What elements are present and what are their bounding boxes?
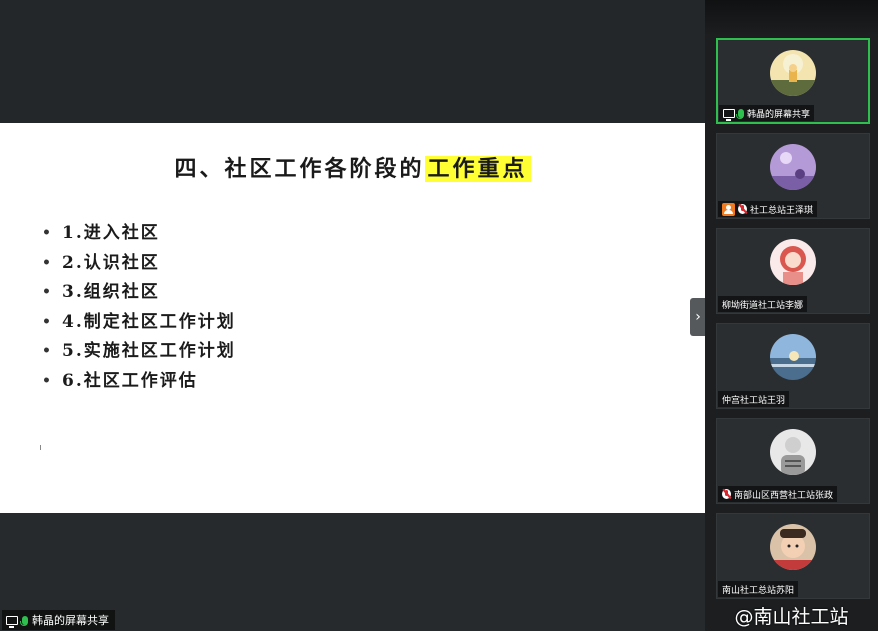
mic-on-icon [20,615,28,626]
mouse-cursor-icon [40,445,45,450]
slide-title-main: 四、社区工作各阶段的 [174,156,425,182]
screen-share-icon [6,615,18,628]
sidebar-top-shade [705,0,878,36]
participant-name: 仲宫社工站王羽 [722,395,786,406]
mic-muted-icon [722,489,731,499]
participant-tile[interactable]: 南部山区西营社工站张政 [716,418,870,504]
screen-share-icon [723,108,735,121]
avatar [770,50,816,96]
avatar [770,429,816,475]
host-icon [722,202,735,216]
slide-bullet: 4.制定社区工作计划 [42,308,236,338]
chevron-right-icon: › [695,309,701,325]
share-name-label: 韩晶的屏幕共享 [2,610,115,630]
participant-name: 南山社工总站苏阳 [722,585,795,596]
slide-bullet: 1.进入社区 [42,219,236,249]
mic-on-icon [736,108,744,119]
participant-tile[interactable]: 韩晶的屏幕共享 [716,38,870,124]
participant-tile[interactable]: 柳坳街道社工站李娜 [716,228,870,314]
presentation-slide: 四、社区工作各阶段的工作重点 1.进入社区 2.认识社区 3.组织社区 4.制定… [0,123,705,513]
participant-name: 柳坳街道社工站李娜 [722,300,804,311]
avatar [770,524,816,570]
participant-label: 仲宫社工站王羽 [718,391,790,407]
slide-bullet: 5.实施社区工作计划 [42,337,236,367]
participant-tile[interactable]: 社工总站王泽琪 [716,133,870,219]
avatar [770,334,816,380]
slide-bullet: 3.组织社区 [42,278,236,308]
participant-label: 南山社工总站苏阳 [718,581,799,597]
participant-label: 柳坳街道社工站李娜 [718,296,808,312]
slide-bullet: 2.认识社区 [42,249,236,279]
slide-bullet-list: 1.进入社区 2.认识社区 3.组织社区 4.制定社区工作计划 5.实施社区工作… [42,219,236,396]
collapse-sidebar-button[interactable]: › [690,298,706,336]
participant-name: 社工总站王泽琪 [750,205,814,216]
participant-sidebar: 韩晶的屏幕共享 社工总站王泽琪 柳坳街道社工站李娜 仲宫社工站王羽 南部山区西营… [705,0,878,631]
participant-label: 社工总站王泽琪 [718,201,818,217]
shared-screen-area: 四、社区工作各阶段的工作重点 1.进入社区 2.认识社区 3.组织社区 4.制定… [0,0,705,631]
slide-title-highlight: 工作重点 [424,156,531,182]
stage-top-bar [0,0,705,123]
slide-bullet: 6.社区工作评估 [42,367,236,397]
participant-tile[interactable]: 仲宫社工站王羽 [716,323,870,409]
mic-muted-icon [738,204,747,214]
participant-label: 韩晶的屏幕共享 [719,105,815,121]
participant-tile[interactable]: 南山社工总站苏阳 [716,513,870,599]
participant-name: 南部山区西营社工站张政 [734,490,834,501]
share-name-text: 韩晶的屏幕共享 [32,614,109,627]
watermark: @南山社工站 [734,606,849,628]
slide-title: 四、社区工作各阶段的 工作重点 [0,151,705,183]
avatar [770,239,816,285]
participant-name: 韩晶的屏幕共享 [747,109,811,120]
meeting-window: 四、社区工作各阶段的工作重点 1.进入社区 2.认识社区 3.组织社区 4.制定… [0,0,878,631]
avatar [770,144,816,190]
participant-label: 南部山区西营社工站张政 [718,486,838,502]
